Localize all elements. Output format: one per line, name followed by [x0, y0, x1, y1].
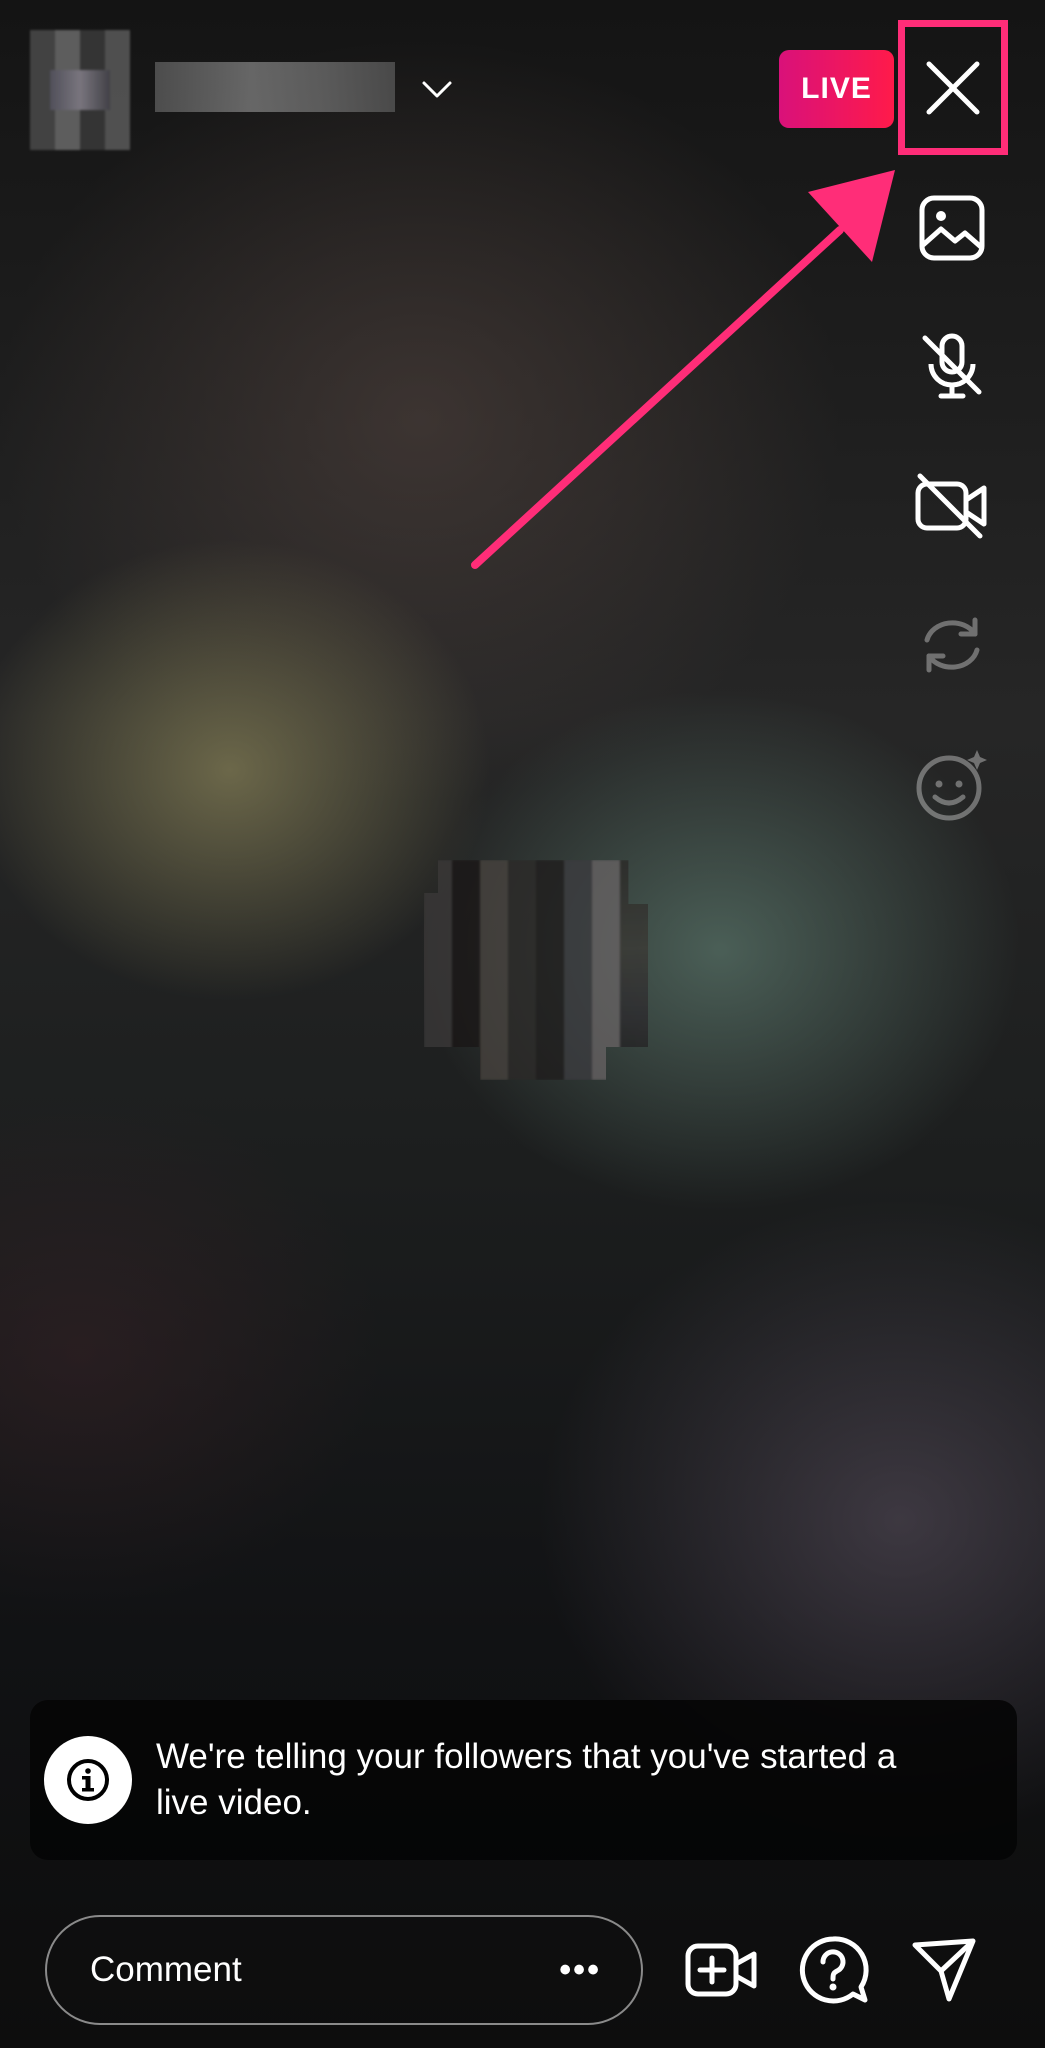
flip-camera-icon — [924, 617, 980, 673]
question-button[interactable] — [793, 1930, 873, 2010]
question-icon — [799, 1936, 869, 2004]
video-off-button[interactable] — [912, 465, 992, 545]
notification-text: We're telling your followers that you've… — [156, 1737, 897, 1822]
blurred-subject — [424, 860, 648, 1080]
video-off-icon — [915, 473, 987, 539]
send-button[interactable] — [904, 1930, 984, 2010]
chevron-down-icon[interactable] — [420, 72, 454, 106]
more-options-button[interactable]: ••• — [559, 1951, 601, 1990]
send-icon — [912, 1938, 976, 2002]
close-icon — [926, 61, 980, 114]
image-button[interactable] — [912, 188, 992, 268]
comment-input[interactable]: Comment ••• — [45, 1915, 643, 2025]
add-guest-button[interactable] — [682, 1930, 762, 2010]
face-effects-icon — [916, 750, 987, 821]
flip-camera-button[interactable] — [912, 605, 992, 685]
mute-mic-button[interactable] — [912, 325, 992, 405]
avatar[interactable] — [30, 30, 130, 150]
image-icon — [919, 195, 985, 261]
live-camera-view: LIVE We're telling your followers that y… — [0, 0, 1045, 2048]
close-button[interactable] — [898, 20, 1008, 155]
account-name[interactable] — [155, 62, 395, 112]
mic-off-icon — [922, 333, 982, 399]
live-notification: We're telling your followers that you've… — [30, 1700, 1017, 1860]
live-badge: LIVE — [779, 50, 894, 128]
info-icon — [44, 1736, 132, 1824]
add-guest-icon — [685, 1943, 757, 1997]
comment-placeholder: Comment — [90, 1950, 242, 1989]
effects-button[interactable] — [912, 745, 992, 825]
